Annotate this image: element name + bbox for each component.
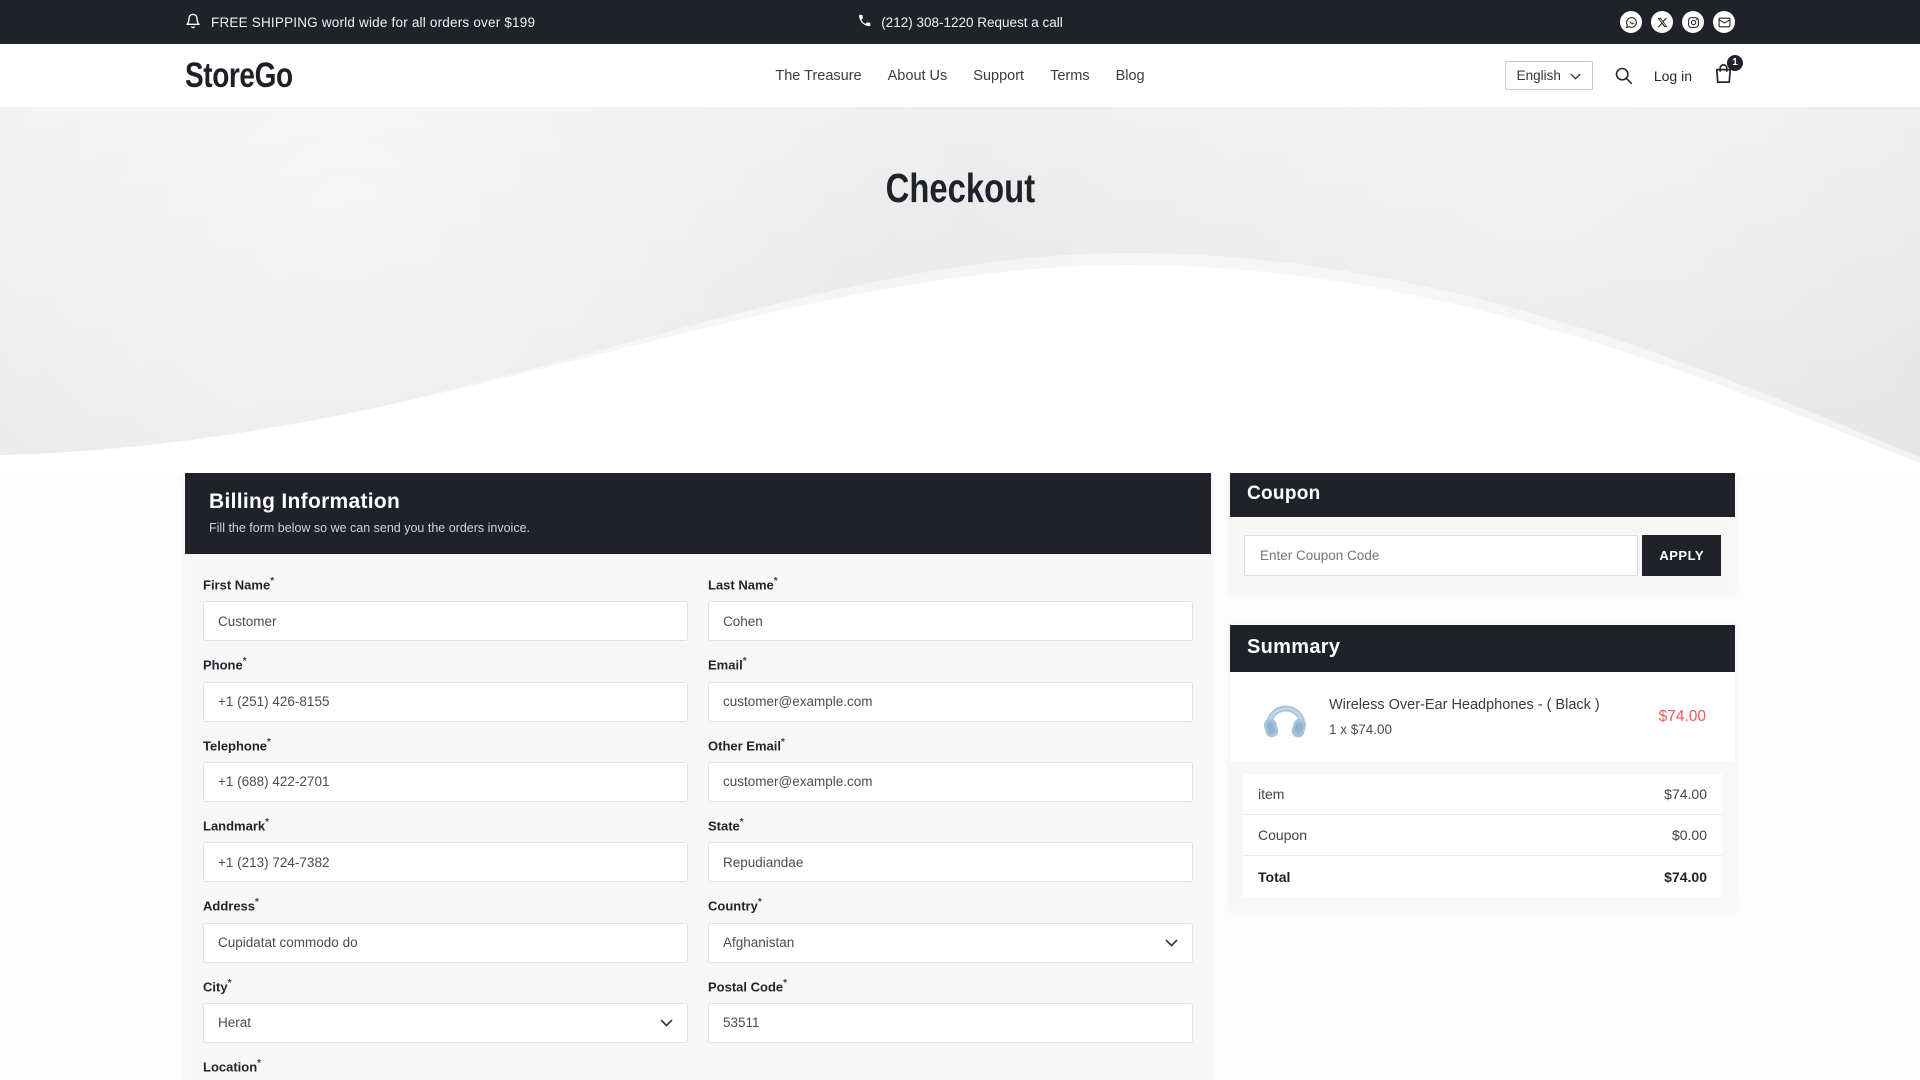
nav-item-the-treasure[interactable]: The Treasure xyxy=(775,68,861,84)
x-twitter-icon[interactable] xyxy=(1651,11,1673,33)
totals-table: item $74.00 Coupon $0.00 Total $74.00 xyxy=(1243,774,1722,897)
instagram-icon[interactable] xyxy=(1682,11,1704,33)
product-image-headphones xyxy=(1257,689,1313,745)
billing-title: Billing Information xyxy=(209,490,1187,514)
coupon-code-input[interactable] xyxy=(1244,535,1638,576)
phone-icon xyxy=(857,13,872,31)
language-selector[interactable]: English xyxy=(1505,61,1593,90)
phone-input[interactable] xyxy=(203,682,688,722)
total-row-item: item $74.00 xyxy=(1243,774,1722,815)
address-input[interactable] xyxy=(203,923,688,963)
order-summary-panel: Summary Wireless Over-Ear Headphones - (… xyxy=(1230,625,1735,911)
field-location: Location* Select Location xyxy=(203,1058,688,1080)
field-landmark: Landmark* xyxy=(203,817,688,882)
cart-count-badge: 1 xyxy=(1727,55,1743,71)
apply-coupon-button[interactable]: APPLY xyxy=(1642,535,1721,576)
billing-information-panel: Billing Information Fill the form below … xyxy=(185,473,1211,1080)
product-price: $74.00 xyxy=(1659,708,1719,726)
product-name: Wireless Over-Ear Headphones - ( Black ) xyxy=(1329,697,1600,713)
nav-item-support[interactable]: Support xyxy=(973,68,1024,84)
top-announcement-bar: FREE SHIPPING world wide for all orders … xyxy=(0,0,1920,44)
language-value: English xyxy=(1517,68,1561,83)
coupon-panel: Coupon APPLY xyxy=(1230,473,1735,594)
page-title: Checkout xyxy=(885,165,1034,212)
login-link[interactable]: Log in xyxy=(1654,68,1692,84)
state-input[interactable] xyxy=(708,842,1193,882)
summary-product-row: Wireless Over-Ear Headphones - ( Black )… xyxy=(1230,672,1735,762)
shipping-notice: FREE SHIPPING world wide for all orders … xyxy=(211,15,535,30)
search-icon[interactable] xyxy=(1613,65,1634,86)
product-quantity-line: 1 x $74.00 xyxy=(1329,722,1600,737)
store-logo[interactable]: StoreGo xyxy=(185,56,293,96)
whatsapp-icon[interactable] xyxy=(1620,11,1642,33)
field-email: Email* xyxy=(708,656,1193,721)
total-row-coupon: Coupon $0.00 xyxy=(1243,815,1722,856)
bell-icon xyxy=(185,13,201,32)
other-email-input[interactable] xyxy=(708,762,1193,802)
telephone-input[interactable] xyxy=(203,762,688,802)
field-address: Address* xyxy=(203,897,688,962)
chevron-down-icon xyxy=(660,1015,673,1030)
email-icon[interactable] xyxy=(1713,11,1735,33)
field-last-name: Last Name* xyxy=(708,576,1193,641)
field-telephone: Telephone* xyxy=(203,737,688,802)
first-name-input[interactable] xyxy=(203,601,688,641)
phone-number[interactable]: (212) 308-1220 Request a call xyxy=(881,15,1063,30)
field-other-email: Other Email* xyxy=(708,737,1193,802)
email-input[interactable] xyxy=(708,682,1193,722)
nav-item-about-us[interactable]: About Us xyxy=(888,68,948,84)
country-select[interactable]: Afghanistan xyxy=(708,923,1193,963)
city-select[interactable]: Herat xyxy=(203,1003,688,1043)
site-header: StoreGo The Treasure About Us Support Te… xyxy=(0,44,1920,107)
chevron-down-icon xyxy=(1570,68,1581,83)
field-postal-code: Postal Code* xyxy=(708,978,1193,1043)
page-hero: Checkout xyxy=(0,107,1920,473)
landmark-input[interactable] xyxy=(203,842,688,882)
coupon-title: Coupon xyxy=(1247,483,1718,505)
main-nav: The Treasure About Us Support Terms Blog xyxy=(775,68,1144,84)
billing-subtitle: Fill the form below so we can send you t… xyxy=(209,521,1187,535)
field-state: State* xyxy=(708,817,1193,882)
summary-title: Summary xyxy=(1247,636,1718,659)
field-phone: Phone* xyxy=(203,656,688,721)
nav-item-blog[interactable]: Blog xyxy=(1116,68,1145,84)
field-country: Country* Afghanistan xyxy=(708,897,1193,962)
postal-code-input[interactable] xyxy=(708,1003,1193,1043)
chevron-down-icon xyxy=(1165,935,1178,950)
nav-item-terms[interactable]: Terms xyxy=(1050,68,1089,84)
field-first-name: First Name* xyxy=(203,576,688,641)
last-name-input[interactable] xyxy=(708,601,1193,641)
cart-button[interactable]: 1 xyxy=(1712,62,1735,90)
total-row-total: Total $74.00 xyxy=(1243,856,1722,897)
field-city: City* Herat xyxy=(203,978,688,1043)
